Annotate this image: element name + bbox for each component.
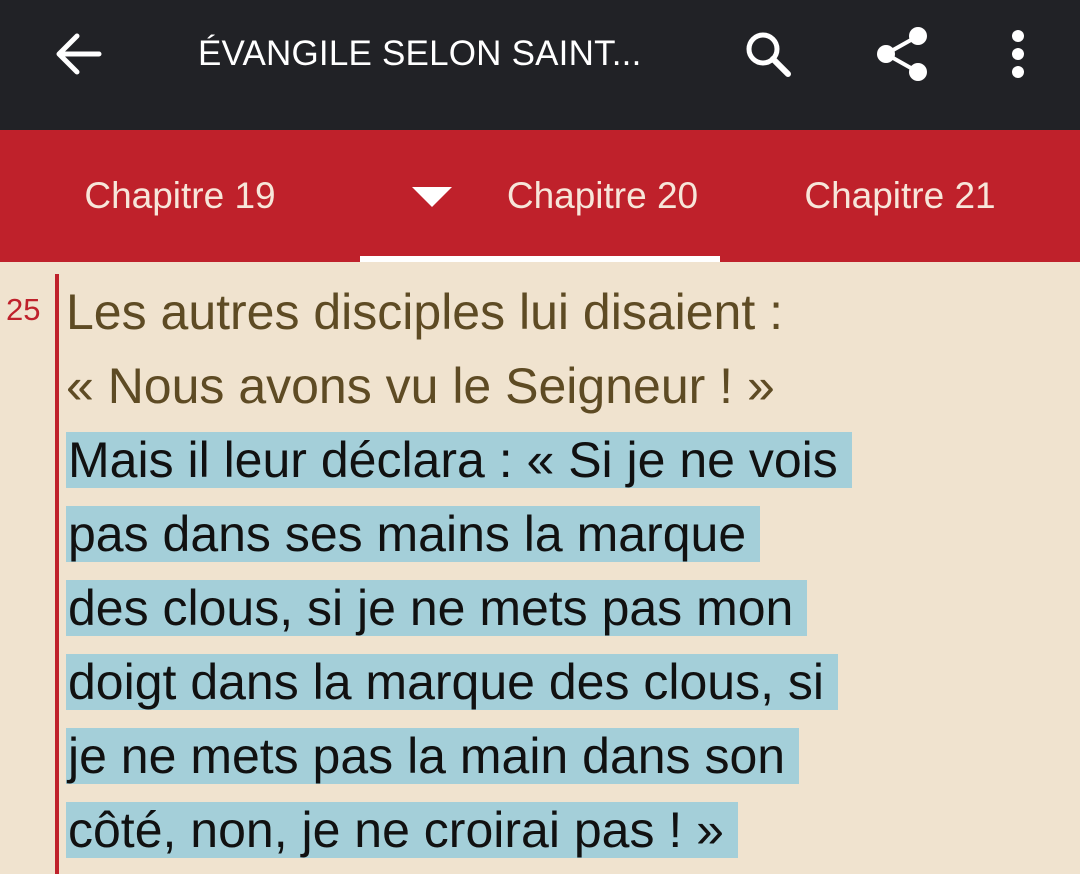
page-title: ÉVANGILE SELON SAINT... — [198, 34, 642, 73]
app-bar: ÉVANGILE SELON SAINT... — [0, 0, 1080, 130]
highlighted-verse-text: côté, non, je ne croirai pas ! » — [66, 802, 738, 858]
tab-label: Chapitre 19 — [84, 175, 276, 216]
verse-line-6[interactable]: doigt dans la marque des clous, si — [66, 645, 838, 719]
chapter-content[interactable]: 25 Les autres disciples lui disaient : «… — [0, 262, 1080, 874]
tab-chapitre-20[interactable]: Chapitre 20 — [360, 130, 720, 262]
search-icon — [746, 32, 791, 77]
verse-text: Les autres disciples lui disaient : — [66, 284, 784, 340]
highlighted-verse-text: des clous, si je ne mets pas mon — [66, 580, 808, 636]
tab-chapitre-19[interactable]: Chapitre 19 — [0, 130, 360, 262]
highlighted-verse-text: doigt dans la marque des clous, si — [66, 654, 838, 710]
share-icon — [877, 27, 927, 81]
tab-chapitre-21[interactable]: Chapitre 21 — [720, 130, 1080, 262]
verse-line-7[interactable]: je ne mets pas la main dans son — [66, 719, 800, 793]
verse-number[interactable]: 25 — [6, 292, 40, 328]
more-options-button[interactable] — [988, 24, 1048, 84]
arrow-back-icon — [56, 33, 102, 75]
verse-marker-line — [55, 274, 59, 874]
verse-line-5[interactable]: des clous, si je ne mets pas mon — [66, 571, 808, 645]
highlighted-verse-text: pas dans ses mains la marque — [66, 506, 761, 562]
verse-line-2[interactable]: « Nous avons vu le Seigneur ! » — [66, 349, 775, 423]
share-button[interactable] — [872, 24, 932, 84]
chapter-tabs: Chapitre 19 Chapitre 20 Chapitre 21 — [0, 130, 1080, 262]
verse-line-8[interactable]: côté, non, je ne croirai pas ! » — [66, 793, 738, 867]
tab-label: Chapitre 20 — [506, 175, 699, 216]
verse-text: « Nous avons vu le Seigneur ! » — [66, 358, 775, 414]
more-vert-icon — [1012, 30, 1024, 78]
back-button[interactable] — [44, 26, 112, 82]
tab-label: Chapitre 21 — [804, 175, 996, 216]
verse-line-4[interactable]: pas dans ses mains la marque — [66, 497, 761, 571]
highlighted-verse-text: je ne mets pas la main dans son — [66, 728, 800, 784]
verse-line-1[interactable]: Les autres disciples lui disaient : — [66, 275, 783, 349]
search-button[interactable] — [738, 24, 798, 84]
dropdown-arrow-icon[interactable] — [410, 185, 454, 209]
highlighted-verse-text: Mais il leur déclara : « Si je ne vois — [66, 432, 852, 488]
verse-line-3[interactable]: Mais il leur déclara : « Si je ne vois — [66, 423, 852, 497]
